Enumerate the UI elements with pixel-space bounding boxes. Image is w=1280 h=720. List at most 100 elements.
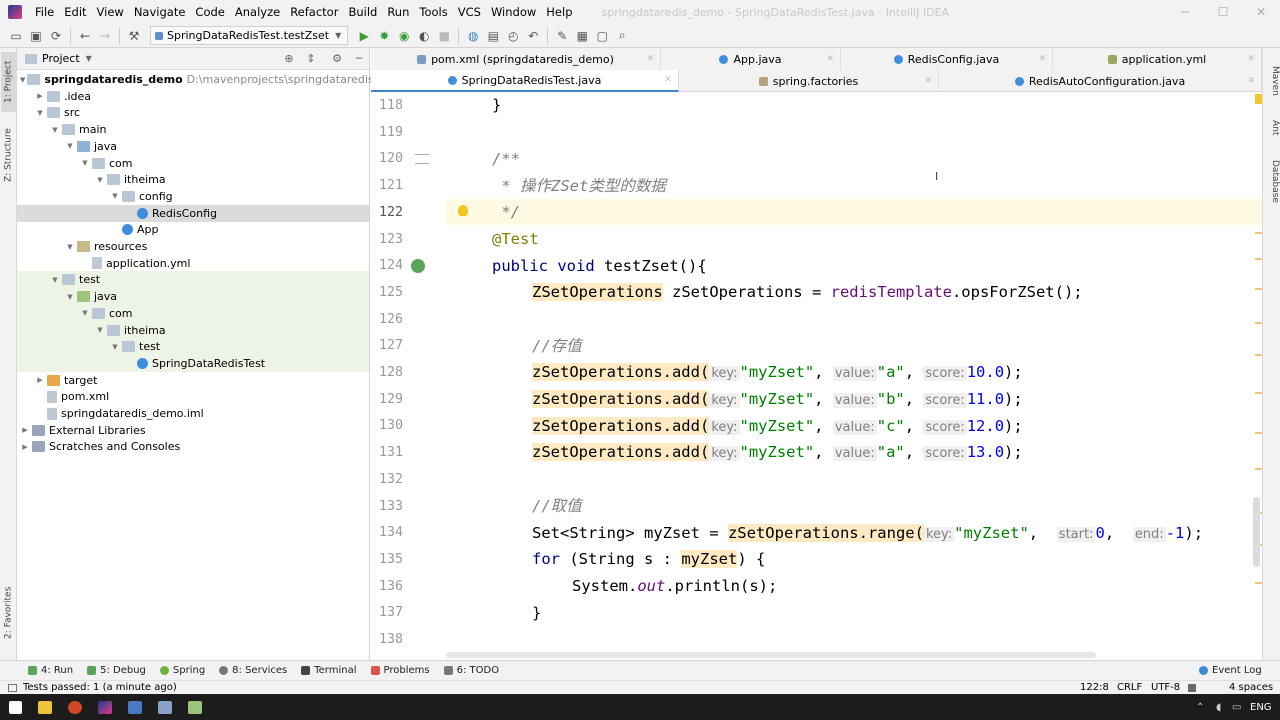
menu-run[interactable]: Run bbox=[382, 0, 414, 24]
tree-item[interactable]: RedisConfig bbox=[17, 204, 369, 222]
close-icon[interactable]: ✕ bbox=[924, 76, 932, 86]
usage-marker[interactable] bbox=[1255, 258, 1262, 260]
ant-tool-tab[interactable]: Ant bbox=[1265, 120, 1280, 135]
usage-marker[interactable] bbox=[1255, 232, 1262, 234]
powerpoint-icon[interactable] bbox=[60, 694, 90, 720]
menu-code[interactable]: Code bbox=[190, 0, 229, 24]
update-icon[interactable]: ◍ bbox=[463, 26, 483, 46]
chevron-up-icon[interactable]: ⌃ bbox=[1196, 702, 1204, 713]
synchronize-icon[interactable]: ⟳ bbox=[46, 26, 66, 46]
menu-refactor[interactable]: Refactor bbox=[285, 0, 343, 24]
hide-icon[interactable]: ─ bbox=[352, 52, 366, 66]
back-arrow-icon[interactable]: ← bbox=[75, 26, 95, 46]
windows-start-icon[interactable] bbox=[0, 694, 30, 720]
open-folder-icon[interactable]: ▭ bbox=[6, 26, 26, 46]
tree-item[interactable]: ▼ config bbox=[17, 188, 369, 205]
close-icon[interactable]: ✕ bbox=[826, 54, 834, 64]
save-all-icon[interactable]: ▣ bbox=[26, 26, 46, 46]
tree-item[interactable]: ▶ .idea bbox=[17, 88, 369, 105]
menu-help[interactable]: Help bbox=[541, 0, 577, 24]
menu-vcs[interactable]: VCS bbox=[453, 0, 486, 24]
tree-item[interactable]: ▶ target bbox=[17, 372, 369, 389]
project-structure-icon[interactable]: ▦ bbox=[572, 26, 592, 46]
caret-position[interactable]: 122:8 bbox=[1080, 682, 1109, 693]
input-language[interactable]: ENG bbox=[1250, 702, 1272, 713]
tree-item[interactable]: ▼ src bbox=[17, 104, 369, 121]
tree-item[interactable]: ▶ External Libraries bbox=[17, 422, 369, 439]
chevron-down-icon[interactable]: ▼ bbox=[80, 309, 90, 317]
tab-problems[interactable]: Problems bbox=[370, 665, 430, 676]
chevron-down-icon[interactable]: ▼ bbox=[95, 176, 105, 184]
vcs-icon[interactable]: ▤ bbox=[483, 26, 503, 46]
status-message[interactable]: Tests passed: 1 (a minute ago) bbox=[23, 682, 177, 693]
maven-tool-tab[interactable]: Maven bbox=[1265, 66, 1280, 96]
tab-redisconfig-java[interactable]: RedisConfig.java ✕ bbox=[841, 48, 1053, 70]
close-icon[interactable]: ✕ bbox=[1038, 54, 1046, 64]
menu-edit[interactable]: Edit bbox=[59, 0, 91, 24]
run-test-gutter-icon[interactable] bbox=[411, 259, 425, 273]
tree-item[interactable]: ▼ com bbox=[17, 304, 369, 322]
tree-item[interactable]: application.yml bbox=[17, 255, 369, 272]
close-icon[interactable]: ✕ bbox=[646, 54, 654, 64]
tree-item[interactable]: ▼ java bbox=[17, 288, 369, 306]
structure-tool-tab[interactable]: Z: Structure bbox=[1, 120, 16, 190]
horizontal-scrollbar[interactable] bbox=[446, 652, 1096, 658]
profile-icon[interactable]: ◐ bbox=[414, 26, 434, 46]
search-icon[interactable]: ⌕ bbox=[612, 26, 632, 46]
debug-icon[interactable]: ✸ bbox=[374, 26, 394, 46]
network-icon[interactable]: ▭ bbox=[1232, 702, 1241, 713]
notepad-icon[interactable] bbox=[180, 694, 210, 720]
usage-marker[interactable] bbox=[1255, 432, 1262, 434]
fold-icon[interactable] bbox=[415, 154, 429, 164]
coverage-icon[interactable]: ◉ bbox=[394, 26, 414, 46]
chevron-down-icon[interactable]: ▼ bbox=[86, 54, 92, 63]
vertical-scrollbar[interactable] bbox=[1253, 497, 1260, 567]
tab-spring[interactable]: Spring bbox=[159, 665, 205, 676]
line-separator[interactable]: CRLF bbox=[1117, 682, 1142, 693]
tree-item[interactable]: App bbox=[17, 221, 369, 238]
chevron-down-icon[interactable]: ▼ bbox=[20, 76, 25, 84]
tab-debug[interactable]: 5: Debug bbox=[87, 665, 146, 676]
tree-item[interactable]: ▼ itheima bbox=[17, 171, 369, 188]
tree-item[interactable]: ▼ com bbox=[17, 155, 369, 172]
tree-item[interactable]: springdataredis_demo.iml bbox=[17, 405, 369, 422]
window-app-icon[interactable] bbox=[120, 694, 150, 720]
tab-run[interactable]: 4: Run bbox=[28, 665, 73, 676]
database-tool-tab[interactable]: Database bbox=[1265, 160, 1280, 203]
tree-item[interactable]: pom.xml bbox=[17, 388, 369, 405]
gear-icon[interactable]: ⚙ bbox=[330, 52, 344, 66]
forward-arrow-icon[interactable]: → bbox=[95, 26, 115, 46]
lightbulb-icon[interactable] bbox=[458, 205, 468, 216]
run-icon[interactable]: ▶ bbox=[354, 26, 374, 46]
chevron-down-icon[interactable]: ▼ bbox=[65, 243, 75, 251]
chevron-down-icon[interactable]: ▼ bbox=[65, 142, 75, 150]
tab-app-java[interactable]: App.java ✕ bbox=[661, 48, 841, 70]
usage-marker[interactable] bbox=[1255, 392, 1262, 394]
tree-item[interactable]: ▼ springdataredis_demo D:\mavenprojects\sp… bbox=[17, 71, 410, 88]
usage-marker[interactable] bbox=[1255, 354, 1262, 356]
tree-item[interactable]: ▼ test bbox=[17, 338, 369, 356]
stop-icon[interactable]: ■ bbox=[434, 26, 454, 46]
chevron-down-icon[interactable]: ▼ bbox=[50, 276, 60, 284]
chevron-down-icon[interactable]: ▼ bbox=[95, 326, 105, 334]
chevron-right-icon[interactable]: ▶ bbox=[20, 443, 30, 451]
undo-icon[interactable]: ↶ bbox=[523, 26, 543, 46]
locate-icon[interactable]: ⊕ bbox=[282, 52, 296, 66]
usage-marker[interactable] bbox=[1255, 582, 1262, 584]
tree-item[interactable]: SpringDataRedisTest bbox=[17, 354, 369, 372]
editor-error-stripe[interactable] bbox=[1253, 92, 1262, 660]
menu-view[interactable]: View bbox=[92, 0, 129, 24]
tab-todo[interactable]: 6: TODO bbox=[443, 665, 499, 676]
chevron-down-icon[interactable]: ▼ bbox=[50, 126, 60, 134]
chevron-down-icon[interactable]: ▼ bbox=[65, 293, 75, 301]
tab-redisautoconfiguration-java[interactable]: RedisAutoConfiguration.java ✕ bbox=[939, 70, 1262, 92]
project-tool-tab[interactable]: 1: Project bbox=[1, 52, 16, 112]
tree-item[interactable]: ▼ main bbox=[17, 121, 369, 138]
menu-build[interactable]: Build bbox=[343, 0, 382, 24]
chevron-right-icon[interactable]: ▶ bbox=[35, 92, 45, 100]
intellij-icon[interactable] bbox=[90, 694, 120, 720]
chevron-down-icon[interactable]: ▼ bbox=[80, 159, 90, 167]
tree-item[interactable]: ▼ resources bbox=[17, 238, 369, 255]
close-icon[interactable]: ✕ bbox=[664, 75, 672, 85]
tab-terminal[interactable]: Terminal bbox=[301, 665, 357, 676]
